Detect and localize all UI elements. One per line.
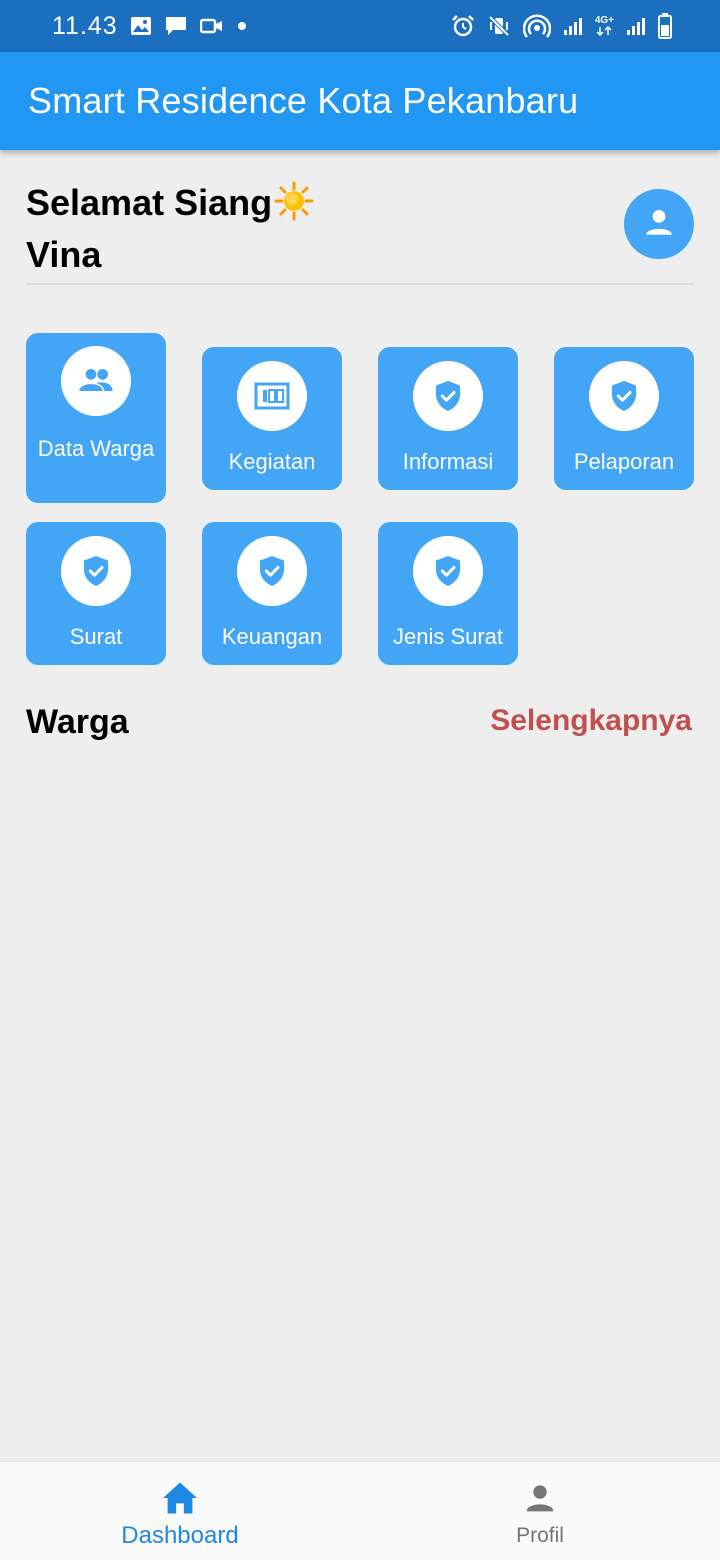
menu-tile-label: Pelaporan (573, 449, 675, 474)
person-icon (524, 1480, 556, 1516)
app-bar: Smart Residence Kota Pekanbaru (0, 52, 720, 150)
battery-icon (658, 13, 672, 39)
menu-tile-label: Informasi (402, 449, 494, 474)
nav-item-dashboard[interactable]: Dashboard (0, 1462, 360, 1560)
nav-label-dashboard: Dashboard (121, 1522, 239, 1549)
status-bar: 11.43 4G+ (0, 0, 720, 52)
sun-icon (274, 181, 314, 232)
shield-check-icon (237, 536, 307, 606)
app-title: Smart Residence Kota Pekanbaru (28, 80, 579, 121)
home-icon (161, 1480, 199, 1516)
vibrate-off-icon (487, 14, 511, 38)
status-left: 11.43 (52, 12, 248, 41)
menu-tile-label: Data Warga (37, 436, 155, 461)
greeting-salutation: Selamat Siang (26, 182, 273, 223)
alarm-icon (451, 14, 475, 38)
shield-check-icon (589, 361, 659, 431)
menu-tile-label: Surat (69, 624, 123, 649)
status-right: 4G+ (451, 13, 672, 39)
menu-tile-pelaporan[interactable]: Pelaporan (554, 347, 694, 490)
profile-avatar-button[interactable] (624, 189, 694, 259)
people-icon (61, 346, 131, 416)
shield-check-icon (413, 361, 483, 431)
menu-tile-label: Jenis Surat (392, 624, 504, 649)
network-4g-icon: 4G+ (595, 16, 614, 36)
shield-check-icon (413, 536, 483, 606)
menu-tile-surat[interactable]: Surat (26, 522, 166, 665)
person-icon (642, 205, 676, 244)
video-icon (199, 17, 224, 35)
image-icon (130, 16, 152, 36)
section-title-warga: Warga (26, 703, 129, 741)
menu-tile-jenis-surat[interactable]: Jenis Surat (378, 522, 518, 665)
greeting-name: Vina (26, 234, 102, 275)
menu-tile-informasi[interactable]: Informasi (378, 347, 518, 490)
menu-tile-data-warga[interactable]: Data Warga (26, 333, 166, 503)
see-more-link[interactable]: Selengkapnya (490, 704, 692, 738)
shield-check-icon (61, 536, 131, 606)
nav-label-profil: Profil (516, 1524, 564, 1547)
menu-tile-label: Keuangan (221, 624, 323, 649)
network-label: 4G+ (594, 15, 614, 26)
greeting: Selamat Siang Vina (26, 180, 314, 278)
nav-item-profil[interactable]: Profil (360, 1462, 720, 1560)
chat-icon (164, 15, 188, 37)
menu-tile-kegiatan[interactable]: Kegiatan (202, 347, 342, 490)
hotspot-icon (522, 14, 551, 38)
counter-icon (237, 361, 307, 431)
menu-tile-label: Kegiatan (228, 449, 316, 474)
divider (26, 283, 694, 285)
menu-tile-keuangan[interactable]: Keuangan (202, 522, 342, 665)
status-time: 11.43 (52, 11, 118, 40)
signal-icon (626, 16, 646, 36)
signal-icon (563, 16, 583, 36)
dot-icon (236, 20, 248, 32)
bottom-nav: Dashboard Profil (0, 1461, 720, 1560)
